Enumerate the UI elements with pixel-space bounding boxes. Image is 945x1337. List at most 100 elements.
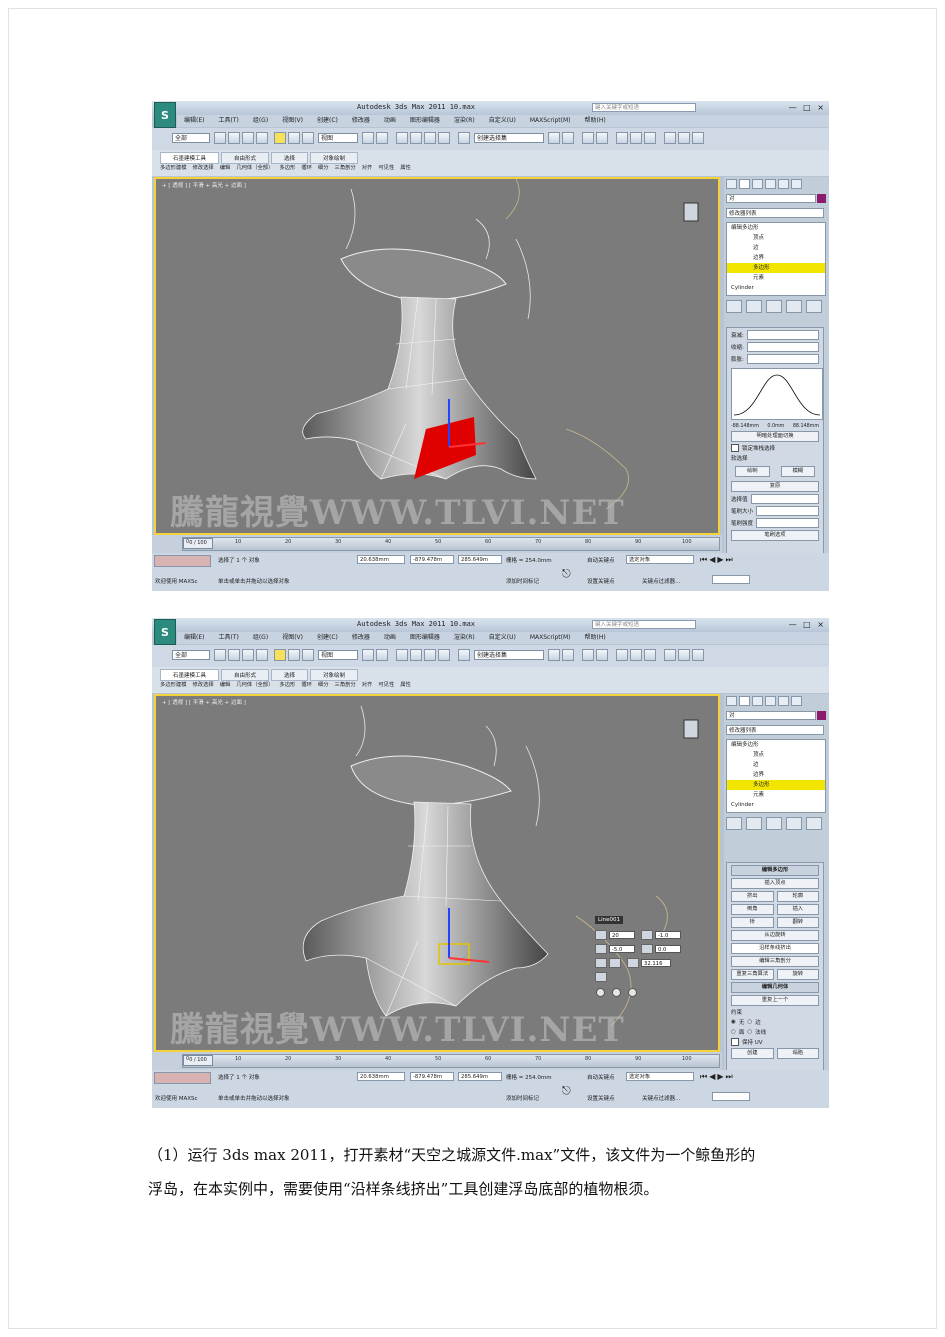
window-controls[interactable]: — □ × xyxy=(789,103,826,112)
selection-value-spinner[interactable] xyxy=(750,494,819,504)
spinner-snap-icon[interactable] xyxy=(438,649,450,661)
stack-item-vertex[interactable]: 顶点 xyxy=(727,750,825,760)
material-editor-icon[interactable] xyxy=(644,649,656,661)
mirror-icon[interactable] xyxy=(548,132,560,144)
caddy-taper-curve-field[interactable]: -5.0 xyxy=(609,945,635,953)
modifier-list-dropdown[interactable]: 修改器列表 xyxy=(726,725,824,735)
ribbon-panel-edit[interactable]: 编辑 xyxy=(220,680,231,688)
menu-tools[interactable]: 工具(T) xyxy=(211,632,245,644)
flip-button[interactable]: 翻转 xyxy=(776,917,819,928)
pivot-icon[interactable] xyxy=(362,132,374,144)
bridge-button[interactable]: 桥 xyxy=(731,917,774,928)
ribbon-panel-triangulation[interactable]: 三角剖分 xyxy=(335,163,356,171)
collapse-button[interactable]: 塌陷 xyxy=(776,1048,819,1059)
edit-named-selection-icon[interactable] xyxy=(458,649,470,661)
angle-snap-icon[interactable] xyxy=(410,132,422,144)
curve-editor-icon[interactable] xyxy=(616,649,628,661)
menu-modifiers[interactable]: 修改器 xyxy=(345,632,377,644)
ribbon-panel-align[interactable]: 对齐 xyxy=(362,680,373,688)
help-search-input[interactable]: 键入关键字或短语 xyxy=(592,620,696,629)
make-unique-icon[interactable] xyxy=(766,300,782,313)
menu-modifiers[interactable]: 修改器 xyxy=(345,115,377,127)
pick-path-icon[interactable] xyxy=(595,972,607,982)
set-key-label[interactable]: 设置关键点 xyxy=(587,1094,615,1102)
y-coord-field[interactable]: -879.478m xyxy=(410,555,454,564)
select-object-icon[interactable] xyxy=(214,649,226,661)
menu-animation[interactable]: 动画 xyxy=(377,632,403,644)
angle-snap-icon[interactable] xyxy=(410,649,422,661)
window-controls[interactable]: — □ × xyxy=(789,620,826,629)
stack-item-cylinder[interactable]: Cylinder xyxy=(727,283,825,293)
schematic-view-icon[interactable] xyxy=(630,649,642,661)
key-icon[interactable]: ⎋ xyxy=(562,567,571,581)
curve-editor-icon[interactable] xyxy=(616,132,628,144)
key-selection-dropdown[interactable]: 选定对象 xyxy=(626,555,694,564)
constraint-face-radio[interactable]: ○ xyxy=(731,1029,736,1035)
stack-item-border[interactable]: 边界 xyxy=(727,770,825,780)
hierarchy-tab-icon[interactable] xyxy=(752,179,763,189)
align-normal-icon[interactable] xyxy=(595,958,607,968)
object-name-field[interactable]: 对 xyxy=(726,194,816,203)
z-coord-field[interactable]: 285.649m xyxy=(458,1072,502,1081)
ribbon-panel-subdivision[interactable]: 细分 xyxy=(318,163,329,171)
viewport-label[interactable]: + [ 透视 ] [ 平滑 + 高光 + 边面 ] xyxy=(162,181,246,189)
key-filters-label[interactable]: 关键点过滤器... xyxy=(642,1094,680,1102)
graphite-toggle-icon[interactable] xyxy=(596,649,608,661)
caddy-apply-icon[interactable] xyxy=(612,988,621,997)
rendered-frame-icon[interactable] xyxy=(678,132,690,144)
align-icon[interactable] xyxy=(562,649,574,661)
render-setup-icon[interactable] xyxy=(664,132,676,144)
viewport-label[interactable]: + [ 透视 ] [ 平滑 + 高光 + 边面 ] xyxy=(162,698,246,706)
edit-geometry-header[interactable]: 编辑几何体 xyxy=(731,982,819,993)
display-tab-icon[interactable] xyxy=(778,179,789,189)
brush-strength-spinner[interactable] xyxy=(756,518,819,528)
show-end-result-icon[interactable] xyxy=(746,817,762,830)
stack-item-polygon[interactable]: 多边形 xyxy=(727,780,825,790)
remove-modifier-icon[interactable] xyxy=(786,300,802,313)
edit-triangulation-button[interactable]: 编辑三角剖分 xyxy=(731,956,819,967)
selection-filter-dropdown[interactable]: 全部 xyxy=(172,133,210,143)
hierarchy-tab-icon[interactable] xyxy=(752,696,763,706)
bevel-button[interactable]: 倒角 xyxy=(731,904,774,915)
selection-filter-dropdown[interactable]: 全部 xyxy=(172,650,210,660)
auto-key-label[interactable]: 自动关键点 xyxy=(587,556,615,564)
object-color-swatch[interactable] xyxy=(817,711,826,720)
current-frame-field[interactable] xyxy=(712,1092,750,1101)
paint-button[interactable]: 绘制 xyxy=(735,466,770,477)
menu-help[interactable]: 帮助(H) xyxy=(578,115,613,127)
inset-button[interactable]: 插入 xyxy=(776,904,819,915)
stack-item-edit-poly[interactable]: 编辑多边形 xyxy=(727,740,825,750)
app-logo-icon[interactable]: S xyxy=(154,619,176,645)
menu-group[interactable]: 组(G) xyxy=(246,632,275,644)
pinch-spinner[interactable] xyxy=(746,342,819,352)
retriangulate-button[interactable]: 重复三角算法 xyxy=(731,969,774,980)
display-tab-icon[interactable] xyxy=(778,696,789,706)
menu-group[interactable]: 组(G) xyxy=(246,115,275,127)
object-color-swatch[interactable] xyxy=(817,194,826,203)
stack-item-border[interactable]: 边界 xyxy=(727,253,825,263)
edit-named-selection-icon[interactable] xyxy=(458,132,470,144)
graphite-toggle-icon[interactable] xyxy=(596,132,608,144)
align-icon[interactable] xyxy=(562,132,574,144)
maxscript-listener-mini[interactable] xyxy=(154,555,211,567)
menu-help[interactable]: 帮助(H) xyxy=(578,632,613,644)
reference-coord-dropdown[interactable]: 视图 xyxy=(318,650,358,660)
motion-tab-icon[interactable] xyxy=(765,179,776,189)
pivot-icon[interactable] xyxy=(362,649,374,661)
select-by-name-icon[interactable] xyxy=(228,132,240,144)
preserve-uv-checkbox[interactable] xyxy=(731,1038,739,1046)
z-coord-field[interactable]: 285.649m xyxy=(458,555,502,564)
ribbon-panel-loops[interactable]: 循环 xyxy=(301,163,312,171)
motion-tab-icon[interactable] xyxy=(765,696,776,706)
remove-modifier-icon[interactable] xyxy=(786,817,802,830)
schematic-view-icon[interactable] xyxy=(630,132,642,144)
configure-sets-icon[interactable] xyxy=(806,817,822,830)
stack-item-polygon[interactable]: 多边形 xyxy=(727,263,825,273)
ribbon-panel-properties[interactable]: 属性 xyxy=(400,680,411,688)
add-time-tag[interactable]: 添加时间标记 xyxy=(506,577,539,585)
perspective-viewport[interactable]: + [ 透视 ] [ 平滑 + 高光 + 边面 ] 騰龍視覺WWW.TLVI.N… xyxy=(154,177,720,535)
playback-controls[interactable]: ⏮◀▶⏭ xyxy=(700,1072,735,1082)
set-key-label[interactable]: 设置关键点 xyxy=(587,577,615,585)
layer-manager-icon[interactable] xyxy=(582,132,594,144)
modify-tab-icon[interactable] xyxy=(739,696,750,706)
